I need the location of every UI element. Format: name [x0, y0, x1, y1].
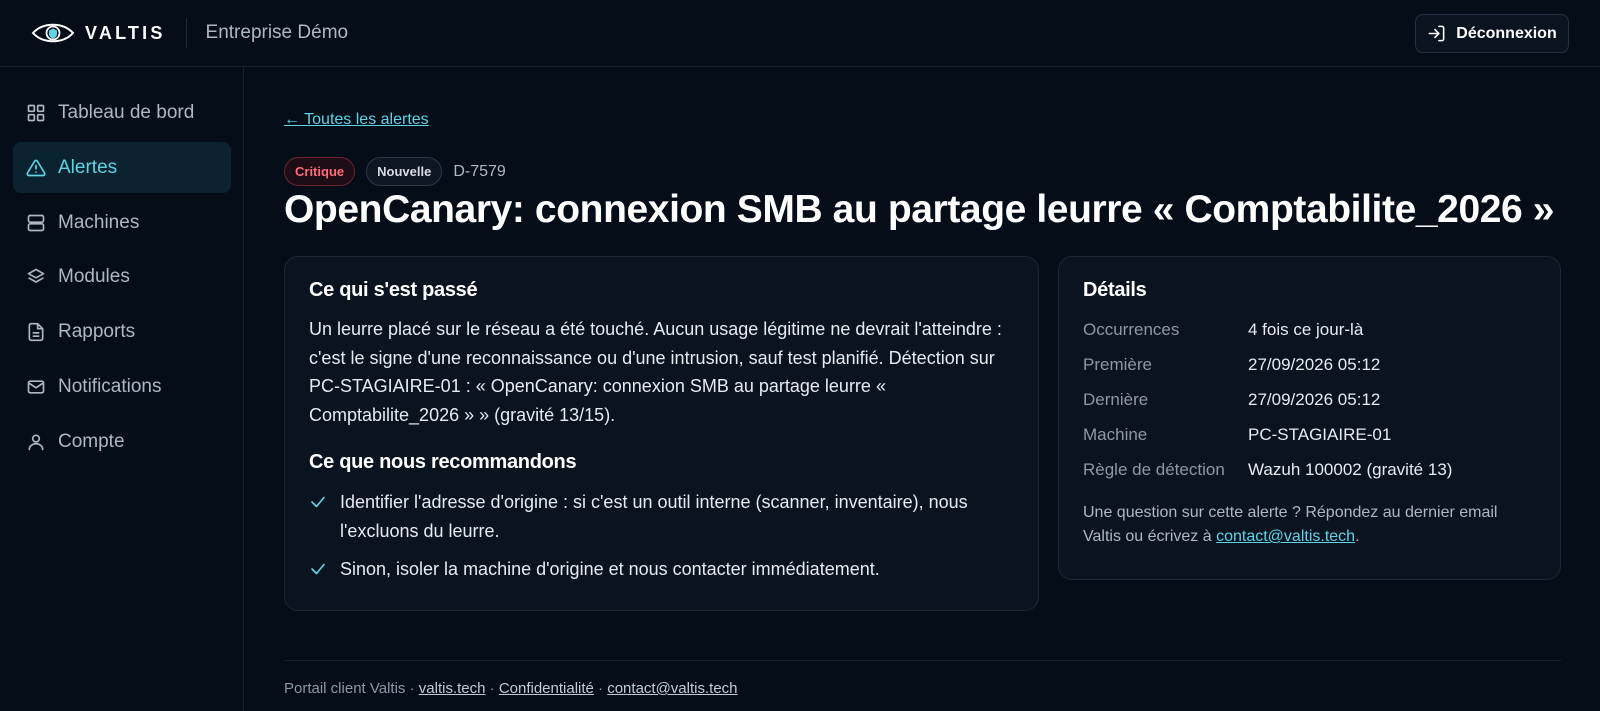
sidebar-item-label: Tableau de bord — [58, 101, 195, 123]
status-badge: Nouvelle — [366, 157, 443, 186]
detail-label: Machine — [1083, 424, 1148, 444]
detail-row: Occurrences 4 fois ce jour-là — [1083, 312, 1536, 347]
detail-value: Wazuh 100002 (gravité 13) — [1248, 459, 1453, 479]
document-icon — [28, 322, 44, 341]
detail-row: Machine PC-STAGIAIRE-01 — [1083, 417, 1536, 452]
details-card: Détails Occurrences 4 fois ce jour-là Pr… — [1058, 256, 1561, 580]
footer-prefix: Portail client Valtis · — [284, 680, 419, 697]
footer-contact-link[interactable]: contact@valtis.tech — [607, 680, 737, 697]
sidebar-item-modules[interactable]: Modules — [13, 251, 231, 302]
warning-triangle-icon — [26, 159, 46, 176]
sidebar-item-label: Rapports — [58, 320, 136, 342]
footer-privacy-link[interactable]: Confidentialité — [499, 680, 594, 697]
details-heading: Détails — [1083, 279, 1147, 301]
list-item: Sinon, isoler la machine d'origine et no… — [309, 555, 1014, 584]
company-name: Entreprise Démo — [205, 22, 349, 43]
severity-badge: Critique — [284, 157, 356, 186]
footer: Portail client Valtis · valtis.tech · Co… — [284, 680, 738, 697]
list-item: Identifier l'adresse d'origine : si c'es… — [309, 488, 1014, 545]
summary-card: Ce qui s'est passé Un leurre placé sur l… — [284, 256, 1039, 611]
what-happened-heading: Ce qui s'est passé — [309, 279, 478, 301]
footer-separator: · — [593, 680, 608, 697]
sidebar-item-tableau-de-bord[interactable]: Tableau de bord — [13, 87, 231, 138]
detail-value: 27/09/2026 05:12 — [1248, 354, 1381, 374]
sidebar-item-alertes[interactable]: Alertes — [13, 142, 231, 193]
footer-site-link[interactable]: valtis.tech — [419, 680, 486, 697]
recommendations-list: Identifier l'adresse d'origine : si c'es… — [309, 488, 1014, 584]
contact-note: Une question sur cette alerte ? Répondez… — [1083, 501, 1523, 549]
alert-id: D-7579 — [453, 162, 506, 180]
sidebar-item-label: Notifications — [58, 375, 162, 397]
footer-separator: · — [485, 680, 499, 697]
sidebar-item-label: Compte — [58, 430, 125, 452]
grid-icon — [27, 104, 45, 121]
sign-in-icon — [1428, 25, 1445, 42]
sidebar-item-compte[interactable]: Compte — [13, 416, 231, 467]
detail-row: Première 27/09/2026 05:12 — [1083, 347, 1536, 382]
detail-row: Règle de détection Wazuh 100002 (gravité… — [1083, 452, 1536, 487]
recommendation-text: Identifier l'adresse d'origine : si c'es… — [340, 492, 968, 541]
brand[interactable]: VALTIS — [31, 22, 166, 44]
contact-email-link[interactable]: contact@valtis.tech — [1216, 528, 1355, 545]
footer-divider — [284, 660, 1561, 661]
detail-label: Première — [1083, 354, 1152, 374]
back-to-alerts-link[interactable]: ← Toutes les alertes — [284, 111, 429, 129]
details-table: Occurrences 4 fois ce jour-là Première 2… — [1083, 312, 1536, 487]
sidebar-item-machines[interactable]: Machines — [13, 197, 231, 248]
user-icon — [28, 434, 44, 450]
recommendations-heading: Ce que nous recommandons — [309, 451, 577, 473]
contact-note-end: . — [1355, 528, 1360, 545]
sidebar-item-label: Alertes — [58, 156, 118, 178]
check-icon — [311, 496, 325, 508]
detail-label: Dernière — [1083, 389, 1149, 409]
detail-value: 4 fois ce jour-là — [1248, 319, 1364, 339]
header-divider — [185, 18, 187, 48]
mail-icon — [27, 379, 45, 394]
brand-name: VALTIS — [85, 22, 166, 43]
top-bar: VALTIS Entreprise Démo Déconnexion — [0, 0, 1600, 67]
valtis-eye-logo — [31, 23, 75, 43]
sidebar-item-rapports[interactable]: Rapports — [13, 306, 231, 357]
page-title: OpenCanary: connexion SMB au partage leu… — [284, 188, 1555, 231]
sidebar-item-label: Modules — [58, 265, 130, 287]
check-icon — [311, 563, 325, 575]
sidebar: Tableau de bord Alertes Machines Modules… — [0, 67, 244, 711]
recommendation-text: Sinon, isoler la machine d'origine et no… — [340, 559, 880, 579]
sidebar-item-label: Machines — [58, 211, 140, 233]
what-happened-text: Un leurre placé sur le réseau a été touc… — [309, 319, 1002, 425]
detail-label: Règle de détection — [1083, 459, 1225, 479]
alert-meta: Critique Nouvelle D-7579 — [284, 157, 506, 186]
detail-value: PC-STAGIAIRE-01 — [1248, 424, 1392, 444]
detail-row: Dernière 27/09/2026 05:12 — [1083, 382, 1536, 417]
sidebar-item-notifications[interactable]: Notifications — [13, 361, 231, 412]
detail-value: 27/09/2026 05:12 — [1248, 389, 1381, 409]
logout-label: Déconnexion — [1456, 24, 1557, 42]
detail-label: Occurrences — [1083, 319, 1180, 339]
server-icon — [27, 214, 45, 231]
layers-icon — [27, 268, 45, 283]
logout-button[interactable]: Déconnexion — [1415, 14, 1569, 53]
